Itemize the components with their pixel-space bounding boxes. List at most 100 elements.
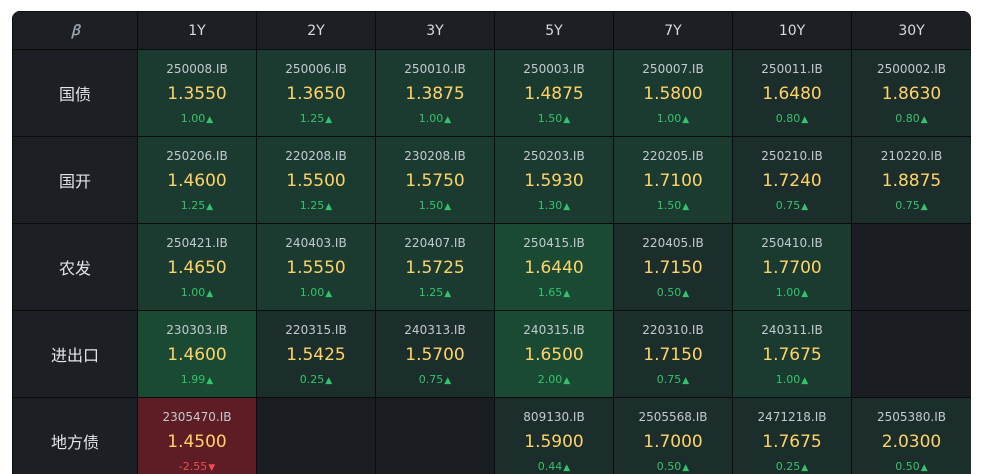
bond-change: 1.00▲	[139, 111, 256, 127]
bond-cell[interactable]: 240403.IB 1.5550 1.00▲	[256, 223, 376, 311]
bond-change: 0.80▲	[853, 112, 971, 127]
table-row: 地方债 2305470.IB 1.4500 -2.55▼ 809130.IB 1.5900…	[12, 397, 971, 474]
triangle-up-icon: ▲	[920, 201, 928, 212]
bond-change: 0.25▲	[258, 373, 375, 388]
bond-cell[interactable]: 240311.IB 1.7675 1.00▲	[732, 310, 852, 398]
bond-change: 0.50▲	[615, 460, 732, 474]
bond-cell[interactable]: 240313.IB 1.5700 0.75▲	[375, 310, 495, 398]
bond-yield: 1.3875	[405, 83, 465, 104]
bond-cell[interactable]: 2471218.IB 1.7675 0.25▲	[732, 397, 852, 474]
bond-cell[interactable]: 2305470.IB 1.4500 -2.55▼	[137, 397, 257, 474]
bond-yield: 1.8630	[881, 83, 942, 104]
column-header-10y[interactable]: 10Y	[732, 11, 852, 50]
bond-change: 1.50▲	[377, 199, 494, 214]
bond-cell[interactable]: 220208.IB 1.5500 1.25▲	[256, 136, 376, 224]
triangle-down-icon: ▼	[208, 462, 216, 473]
bond-cell[interactable]: 250421.IB 1.4650 1.00▲	[137, 223, 257, 311]
row-label: 农发	[12, 223, 138, 311]
triangle-up-icon: ▲	[682, 114, 690, 125]
bond-code: 230208.IB	[404, 148, 466, 163]
bond-yield: 1.7150	[643, 344, 703, 365]
bond-change: 1.50▲	[615, 198, 732, 214]
bond-code: 250206.IB	[166, 148, 228, 163]
bond-cell[interactable]: 250003.IB 1.4875 1.50▲	[494, 49, 614, 137]
bond-change-value: 1.00	[180, 111, 206, 125]
bond-yield: 1.7100	[643, 170, 703, 191]
column-header-7y[interactable]: 7Y	[613, 11, 733, 50]
bond-code: 250003.IB	[523, 61, 585, 76]
bond-change-value: 0.75	[775, 198, 801, 212]
bond-change: 1.00▲	[377, 112, 494, 127]
bond-code: 230303.IB	[166, 322, 228, 337]
bond-change: 0.25▲	[734, 460, 851, 474]
bond-cell[interactable]: 2505380.IB 2.0300 0.50▲	[851, 397, 971, 474]
triangle-up-icon: ▲	[682, 462, 690, 473]
triangle-up-icon: ▲	[206, 375, 214, 386]
bond-cell[interactable]: 809130.IB 1.5900 0.44▲	[494, 397, 614, 474]
table-body: 国债 250008.IB 1.3550 1.00▲ 250006.IB 1.3650 1.2…	[12, 49, 971, 474]
bond-change: 0.80▲	[734, 112, 851, 127]
triangle-up-icon: ▲	[444, 114, 452, 125]
bond-code: 210220.IB	[880, 148, 943, 163]
column-header-1y[interactable]: 1Y	[137, 11, 257, 50]
bond-yield: 1.3550	[167, 83, 227, 104]
triangle-up-icon: ▲	[801, 375, 809, 386]
table-row: 进出口 230303.IB 1.4600 1.99▲ 220315.IB 1.5425 0.…	[12, 310, 971, 398]
bond-cell[interactable]: 250010.IB 1.3875 1.00▲	[375, 49, 495, 137]
bond-yield: 1.6480	[762, 83, 822, 104]
bond-cell[interactable]: 250415.IB 1.6440 1.65▲	[494, 223, 614, 311]
bond-code: 2471218.IB	[757, 409, 827, 424]
bond-cell[interactable]: 250007.IB 1.5800 1.00▲	[613, 49, 733, 137]
bond-cell[interactable]: 250210.IB 1.7240 0.75▲	[732, 136, 852, 224]
bond-yield: 1.7150	[643, 257, 703, 278]
triangle-up-icon: ▲	[444, 375, 452, 386]
row-label: 地方债	[12, 397, 138, 474]
bond-change-value: 2.00	[537, 372, 563, 386]
bond-cell[interactable]: 220407.IB 1.5725 1.25▲	[375, 223, 495, 311]
bond-cell[interactable]: 220310.IB 1.7150 0.75▲	[613, 310, 733, 398]
bond-cell[interactable]: 220315.IB 1.5425 0.25▲	[256, 310, 376, 398]
bond-cell[interactable]: 2500002.IB 1.8630 0.80▲	[851, 49, 971, 137]
bond-change-value: 1.00	[775, 372, 801, 386]
triangle-up-icon: ▲	[444, 201, 452, 212]
bond-code: 250007.IB	[642, 61, 704, 76]
bond-cell[interactable]: 210220.IB 1.8875 0.75▲	[851, 136, 971, 224]
bond-change-value: 0.50	[895, 459, 920, 473]
bond-change: 0.75▲	[853, 199, 971, 214]
bond-cell[interactable]: 220405.IB 1.7150 0.50▲	[613, 223, 733, 311]
bond-change-value: 1.50	[537, 111, 563, 125]
corner-logo: ꞵ	[12, 11, 138, 50]
bond-code: 220405.IB	[642, 235, 704, 250]
triangle-up-icon: ▲	[920, 462, 928, 473]
bond-cell[interactable]: 250006.IB 1.3650 1.25▲	[256, 49, 376, 137]
bond-change-value: 0.44	[537, 459, 563, 473]
bond-change: 1.30▲	[496, 199, 613, 214]
bond-change: 0.50▲	[615, 286, 732, 301]
bond-cell[interactable]: 220205.IB 1.7100 1.50▲	[613, 136, 733, 224]
bond-code: 250011.IB	[761, 61, 823, 76]
column-header-3y[interactable]: 3Y	[375, 11, 495, 50]
bond-cell[interactable]: 250206.IB 1.4600 1.25▲	[137, 136, 257, 224]
column-header-5y[interactable]: 5Y	[494, 11, 614, 50]
bond-cell[interactable]: 250410.IB 1.7700 1.00▲	[732, 223, 852, 311]
bond-change: 0.44▲	[496, 459, 613, 474]
bond-change: 2.00▲	[496, 372, 613, 388]
bond-cell[interactable]: 2505568.IB 1.7000 0.50▲	[613, 397, 733, 474]
empty-cell	[851, 223, 971, 311]
bond-change-value: 1.25	[418, 285, 444, 299]
bond-yield: 1.5500	[286, 170, 346, 191]
bond-cell[interactable]: 250203.IB 1.5930 1.30▲	[494, 136, 614, 224]
bond-cell[interactable]: 230303.IB 1.4600 1.99▲	[137, 310, 257, 398]
bond-cell[interactable]: 250011.IB 1.6480 0.80▲	[732, 49, 852, 137]
triangle-up-icon: ▲	[682, 201, 690, 212]
column-header-30y[interactable]: 30Y	[851, 11, 971, 50]
bond-change-value: 1.50	[656, 198, 682, 212]
column-header-2y[interactable]: 2Y	[256, 11, 376, 50]
bond-code: 250210.IB	[761, 148, 823, 163]
bond-cell[interactable]: 230208.IB 1.5750 1.50▲	[375, 136, 495, 224]
bond-yield-table: ꞵ 1Y 2Y 3Y 5Y 7Y 10Y 30Y 国债 250008.IB 1.3550 1.00…	[12, 11, 971, 474]
bond-cell[interactable]: 250008.IB 1.3550 1.00▲	[137, 49, 257, 137]
bond-change: 1.99▲	[139, 373, 256, 388]
bond-code: 220310.IB	[642, 322, 704, 337]
bond-cell[interactable]: 240315.IB 1.6500 2.00▲	[494, 310, 614, 398]
